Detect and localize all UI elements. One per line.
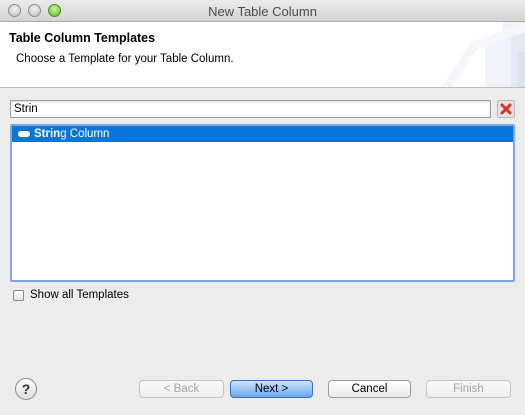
template-item-label: String Column [34, 126, 109, 142]
title-bar: New Table Column [0, 0, 525, 22]
finish-button[interactable]: Finish [426, 380, 511, 398]
show-all-templates-checkbox[interactable] [13, 290, 24, 301]
window-title: New Table Column [208, 4, 317, 19]
template-item-rest-text: g Column [60, 128, 110, 140]
template-item-match-text: Strin [34, 128, 61, 140]
page-title: Table Column Templates [9, 31, 156, 45]
next-button[interactable]: Next > [230, 380, 313, 398]
wizard-banner-graphic [441, 22, 525, 87]
help-button[interactable]: ? [15, 378, 37, 400]
template-list[interactable]: String Column [10, 124, 515, 282]
template-filter-input[interactable] [10, 100, 491, 118]
wizard-header: Table Column Templates Choose a Template… [0, 22, 525, 88]
back-button[interactable]: < Back [139, 380, 224, 398]
clear-filter-button[interactable] [497, 100, 515, 118]
template-item-icon [18, 131, 30, 137]
cancel-button[interactable]: Cancel [328, 380, 411, 398]
list-item-string-column[interactable]: String Column [12, 126, 513, 142]
clear-x-icon [500, 103, 512, 115]
page-description: Choose a Template for your Table Column. [16, 53, 234, 65]
show-all-templates-label[interactable]: Show all Templates [30, 289, 129, 301]
